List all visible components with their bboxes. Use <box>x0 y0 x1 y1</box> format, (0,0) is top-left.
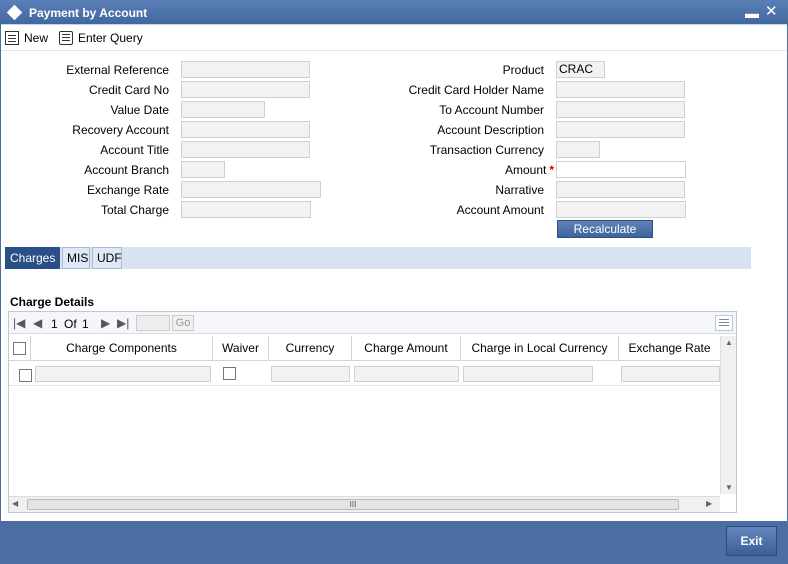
pager-current: 1 <box>51 317 58 331</box>
exchange-rate-label: Exchange Rate <box>86 183 169 197</box>
scroll-right-icon[interactable]: ▶ <box>706 499 712 508</box>
waiver-checkbox[interactable] <box>223 367 236 380</box>
account-title-label: Account Title <box>100 143 169 157</box>
total-charge-label: Total Charge <box>100 203 169 217</box>
header-exchange-rate[interactable]: Exchange Rate <box>619 336 720 361</box>
header-charge-amount[interactable]: Charge Amount <box>352 336 461 361</box>
next-page-icon[interactable]: ▶ <box>101 316 110 330</box>
payment-by-account-window: Payment by Account ▬ ✕ New Enter Query E… <box>0 0 788 564</box>
charge-component-cell[interactable] <box>35 366 211 382</box>
tab-bar: Charges MIS UDF <box>5 247 751 269</box>
credit-card-holder-name-label: Credit Card Holder Name <box>408 83 544 97</box>
credit-card-no-field[interactable] <box>181 81 310 98</box>
first-page-icon[interactable]: |◀ <box>13 316 25 330</box>
header-charge-components[interactable]: Charge Components <box>31 336 213 361</box>
required-mark: * <box>549 163 554 177</box>
exit-button[interactable]: Exit <box>726 526 777 556</box>
pager-total: 1 <box>82 317 89 331</box>
header-charge-local-currency[interactable]: Charge in Local Currency <box>461 336 619 361</box>
tab-charges[interactable]: Charges <box>5 247 60 269</box>
narrative-label: Narrative <box>495 183 544 197</box>
tab-mis[interactable]: MIS <box>62 247 90 269</box>
account-description-label: Account Description <box>437 123 544 137</box>
exchange-rate-cell[interactable] <box>621 366 720 382</box>
grid-pager: |◀ ◀ 1 Of 1 ▶ ▶| Go <box>9 312 736 334</box>
to-account-number-label: To Account Number <box>439 103 544 117</box>
product-label: Product <box>502 63 544 77</box>
scroll-down-icon[interactable]: ▼ <box>725 483 733 492</box>
value-date-field[interactable] <box>181 101 265 118</box>
enter-query-button[interactable]: Enter Query <box>59 29 143 47</box>
horizontal-scrollbar[interactable]: ◀ III ▶ <box>9 496 720 512</box>
account-amount-field[interactable] <box>556 201 686 218</box>
total-charge-field[interactable] <box>181 201 311 218</box>
prev-page-icon[interactable]: ◀ <box>33 316 42 330</box>
window-title: Payment by Account <box>29 6 148 20</box>
enter-query-label: Enter Query <box>78 31 143 45</box>
toolbar: New Enter Query <box>1 25 787 51</box>
table-row <box>9 362 720 386</box>
value-date-label: Value Date <box>110 103 169 117</box>
credit-card-holder-name-field[interactable] <box>556 81 685 98</box>
header-currency[interactable]: Currency <box>269 336 352 361</box>
scroll-left-icon[interactable]: ◀ <box>12 499 18 508</box>
account-amount-label: Account Amount <box>456 203 544 217</box>
app-diamond-icon <box>6 4 23 21</box>
account-title-field[interactable] <box>181 141 310 158</box>
charge-details-grid: |◀ ◀ 1 Of 1 ▶ ▶| Go Charge Components Wa… <box>8 311 737 513</box>
grid-menu-icon[interactable] <box>715 315 733 331</box>
charge-local-currency-cell[interactable] <box>463 366 593 382</box>
vertical-scrollbar[interactable]: ▲ ▼ <box>720 336 736 494</box>
transaction-currency-field[interactable] <box>556 141 600 158</box>
scroll-up-icon[interactable]: ▲ <box>725 338 733 347</box>
amount-label: Amount <box>504 163 547 177</box>
charge-amount-cell[interactable] <box>354 366 459 382</box>
account-description-field[interactable] <box>556 121 685 138</box>
query-icon <box>59 31 73 45</box>
header-select-cell <box>9 336 31 361</box>
footer-bar: Exit <box>0 521 788 564</box>
new-label: New <box>24 31 49 45</box>
amount-label-wrap: Amount * <box>505 163 554 177</box>
close-icon[interactable]: ✕ <box>765 2 778 20</box>
transaction-currency-label: Transaction Currency <box>429 143 544 157</box>
main-content: New Enter Query External Reference Credi… <box>1 24 787 521</box>
recovery-account-label: Recovery Account <box>72 123 169 137</box>
external-reference-field[interactable] <box>181 61 310 78</box>
account-branch-label: Account Branch <box>84 163 169 177</box>
charge-details-title: Charge Details <box>10 295 95 309</box>
external-reference-label: External Reference <box>66 63 169 77</box>
horizontal-scroll-thumb[interactable]: III <box>27 499 679 510</box>
select-all-checkbox[interactable] <box>13 342 26 355</box>
to-account-number-field[interactable] <box>556 101 685 118</box>
narrative-field[interactable] <box>556 181 685 198</box>
row-select-checkbox[interactable] <box>19 369 32 382</box>
go-button[interactable]: Go <box>172 315 194 331</box>
recalculate-button[interactable]: Recalculate <box>557 220 653 238</box>
new-button[interactable]: New <box>5 29 48 47</box>
title-bar: Payment by Account ▬ ✕ <box>0 0 788 27</box>
grid-header: Charge Components Waiver Currency Charge… <box>9 336 720 361</box>
currency-cell[interactable] <box>271 366 350 382</box>
recovery-account-field[interactable] <box>181 121 310 138</box>
minimize-icon[interactable]: ▬ <box>745 5 759 21</box>
product-field[interactable]: CRAC <box>556 61 605 78</box>
tab-udf[interactable]: UDF <box>92 247 122 269</box>
new-document-icon <box>5 31 19 45</box>
page-number-input[interactable] <box>136 315 170 331</box>
account-branch-field[interactable] <box>181 161 225 178</box>
header-waiver[interactable]: Waiver <box>213 336 269 361</box>
amount-field[interactable] <box>556 161 686 178</box>
last-page-icon[interactable]: ▶| <box>117 316 129 330</box>
exchange-rate-field[interactable] <box>181 181 321 198</box>
credit-card-no-label: Credit Card No <box>88 83 169 97</box>
pager-of: Of <box>64 317 77 331</box>
